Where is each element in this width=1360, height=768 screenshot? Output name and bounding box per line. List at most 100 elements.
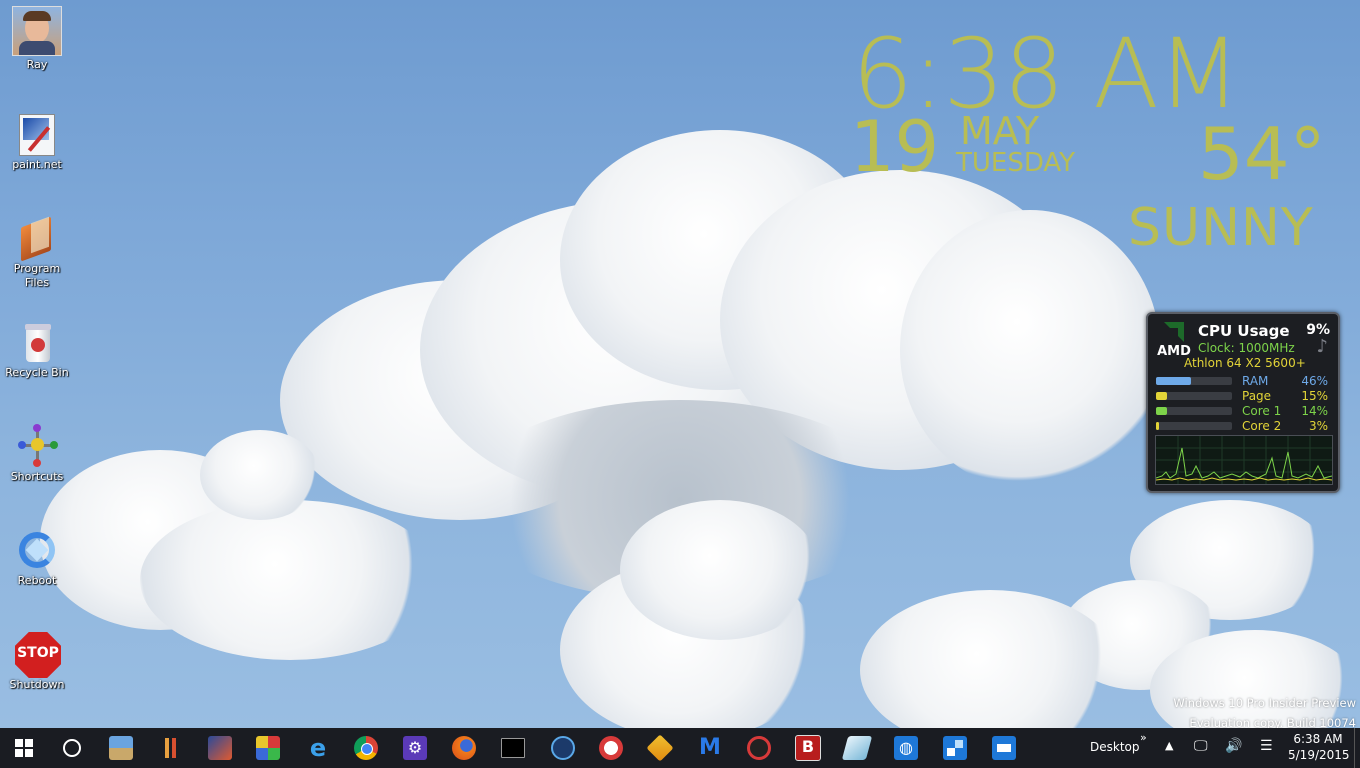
core1-value: 14% bbox=[1301, 404, 1328, 418]
windows-watermark: Windows 10 Pro Insider Preview Evaluatio… bbox=[1173, 693, 1356, 733]
desktop-icon-label: Recycle Bin bbox=[5, 366, 69, 379]
page-label: Page bbox=[1242, 389, 1272, 403]
core1-bar-fill bbox=[1156, 407, 1167, 415]
music-note-icon: ♪ bbox=[1316, 336, 1329, 357]
tray-time: 6:38 AM bbox=[1293, 732, 1343, 746]
taskbar-snipping-tool[interactable] bbox=[587, 728, 635, 768]
network-tray-icon[interactable]: 🖵 bbox=[1194, 738, 1208, 754]
taskbar-globe-app[interactable]: ◍ bbox=[882, 728, 930, 768]
taskbar-remote-desktop[interactable] bbox=[980, 728, 1028, 768]
desktop-icon-label: Ray bbox=[26, 58, 48, 71]
cpu-clock: Clock: 1000MHz bbox=[1198, 341, 1295, 355]
internet-explorer-icon: e bbox=[309, 734, 327, 762]
core2-bar bbox=[1156, 422, 1232, 430]
taskbar-firefox[interactable] bbox=[440, 728, 488, 768]
taskbar-internet-explorer[interactable]: e bbox=[294, 728, 342, 768]
cortana-search-button[interactable] bbox=[48, 728, 96, 768]
volume-tray-icon[interactable]: 🔊 bbox=[1225, 738, 1242, 754]
network-app-icon bbox=[943, 736, 967, 760]
cpu-model: Athlon 64 X2 5600+ bbox=[1184, 356, 1306, 370]
molecule-icon bbox=[15, 424, 59, 468]
show-desktop-button[interactable] bbox=[1354, 728, 1360, 768]
desktop-icon-label: Shutdown bbox=[9, 678, 65, 691]
desktop-icon-ray[interactable]: Ray bbox=[2, 6, 72, 72]
desktop-icon-program-files[interactable]: Program Files bbox=[2, 216, 72, 290]
clock-weekday: TUESDAY bbox=[956, 148, 1076, 178]
taskbar-malwarebytes[interactable]: M bbox=[686, 728, 734, 768]
desktop-toolbar[interactable]: Desktop bbox=[1090, 740, 1140, 754]
amd-logo-icon bbox=[1164, 322, 1184, 342]
desktop-icon-label: Shortcuts bbox=[10, 470, 64, 483]
cortana-search-icon bbox=[63, 739, 81, 757]
amd-logo: AMD bbox=[1156, 322, 1192, 359]
toolbar-chevron-icon[interactable]: » bbox=[1140, 731, 1147, 744]
stop-sign-icon: STOP bbox=[15, 632, 61, 678]
taskbar-command-prompt[interactable] bbox=[489, 728, 537, 768]
lightning-app-icon bbox=[646, 734, 674, 762]
pencil-app-icon bbox=[208, 736, 232, 760]
settings-gear-icon: ⚙ bbox=[403, 736, 427, 760]
ram-value: 46% bbox=[1301, 374, 1328, 388]
start-icon bbox=[15, 739, 33, 757]
ram-label: RAM bbox=[1242, 374, 1269, 388]
desktop-icon-shutdown[interactable]: STOP Shutdown bbox=[2, 632, 72, 692]
taskbar: e ⚙ M B ◍ Desktop » ▲ 🖵 🔊 ☰ 6:38 AM 5/19… bbox=[0, 728, 1360, 768]
recycle-bin-icon bbox=[15, 320, 59, 364]
taskbar-blocked-app[interactable] bbox=[735, 728, 783, 768]
photo-viewer-icon bbox=[109, 736, 133, 760]
clock-month: MAY bbox=[960, 109, 1040, 153]
core1-label: Core 1 bbox=[1242, 404, 1282, 418]
cpu-title: CPU Usage bbox=[1198, 322, 1290, 340]
cpu-row-core2: Core 2 3% bbox=[1156, 419, 1328, 433]
desktop-icon-recycle-bin[interactable]: Recycle Bin bbox=[2, 320, 72, 380]
snipping-tool-icon bbox=[599, 736, 623, 760]
start-button[interactable] bbox=[0, 728, 48, 768]
virtualbox-icon bbox=[551, 736, 575, 760]
paint-net-icon bbox=[15, 112, 59, 156]
tray-clock[interactable]: 6:38 AM 5/19/2015 bbox=[1288, 731, 1350, 763]
core2-value: 3% bbox=[1308, 419, 1328, 433]
recycle-arrows-icon bbox=[15, 528, 59, 572]
cpu-row-page: Page 15% bbox=[1156, 389, 1328, 403]
weather-condition: SUNNY bbox=[1128, 198, 1314, 258]
page-value: 15% bbox=[1301, 389, 1328, 403]
taskbar-color-grid[interactable] bbox=[244, 728, 292, 768]
tray-date: 5/19/2015 bbox=[1288, 748, 1350, 762]
taskbar-lightning-app[interactable] bbox=[636, 728, 684, 768]
core1-bar bbox=[1156, 407, 1232, 415]
taskbar-network-app[interactable] bbox=[931, 728, 979, 768]
taskbar-pencil-app[interactable] bbox=[196, 728, 244, 768]
core2-bar-fill bbox=[1156, 422, 1159, 430]
taskbar-virtualbox[interactable] bbox=[539, 728, 587, 768]
paint-brushes-icon bbox=[158, 736, 182, 760]
watermark-line-1: Windows 10 Pro Insider Preview bbox=[1173, 696, 1356, 710]
firefox-icon bbox=[452, 736, 476, 760]
remote-desktop-icon bbox=[992, 736, 1016, 760]
user-photo-icon bbox=[12, 6, 62, 56]
desktop-icon-label: paint.net bbox=[12, 158, 62, 171]
core2-label: Core 2 bbox=[1242, 419, 1282, 433]
malwarebytes-icon: M bbox=[699, 735, 721, 760]
cpu-row-core1: Core 1 14% bbox=[1156, 404, 1328, 418]
page-bar bbox=[1156, 392, 1232, 400]
taskbar-chrome[interactable] bbox=[342, 728, 390, 768]
taskbar-photo-viewer[interactable] bbox=[97, 728, 145, 768]
action-center-icon[interactable]: ☰ bbox=[1260, 738, 1273, 754]
desktop-icon-reboot[interactable]: Reboot bbox=[2, 528, 72, 588]
globe-app-icon: ◍ bbox=[894, 736, 918, 760]
cpu-usage-gadget[interactable]: AMD CPU Usage 9% Clock: 1000MHz ♪ Athlon… bbox=[1146, 312, 1340, 493]
show-hidden-icons-button[interactable]: ▲ bbox=[1165, 739, 1173, 752]
taskbar-glass-cube[interactable] bbox=[833, 728, 881, 768]
glass-cube-icon bbox=[841, 736, 873, 760]
page-bar-fill bbox=[1156, 392, 1167, 400]
desktop-icon-paint-net[interactable]: paint.net bbox=[2, 112, 72, 172]
taskbar-settings[interactable]: ⚙ bbox=[391, 728, 439, 768]
desktop-icon-label: Reboot bbox=[17, 574, 57, 587]
cpu-history-svg bbox=[1155, 436, 1333, 484]
chrome-icon bbox=[354, 736, 378, 760]
clock-day: 19 bbox=[850, 106, 940, 188]
taskbar-paint-brushes[interactable] bbox=[146, 728, 194, 768]
b-app-icon: B bbox=[795, 735, 821, 761]
taskbar-b-app[interactable]: B bbox=[784, 728, 832, 768]
desktop-icon-shortcuts[interactable]: Shortcuts bbox=[2, 424, 72, 484]
